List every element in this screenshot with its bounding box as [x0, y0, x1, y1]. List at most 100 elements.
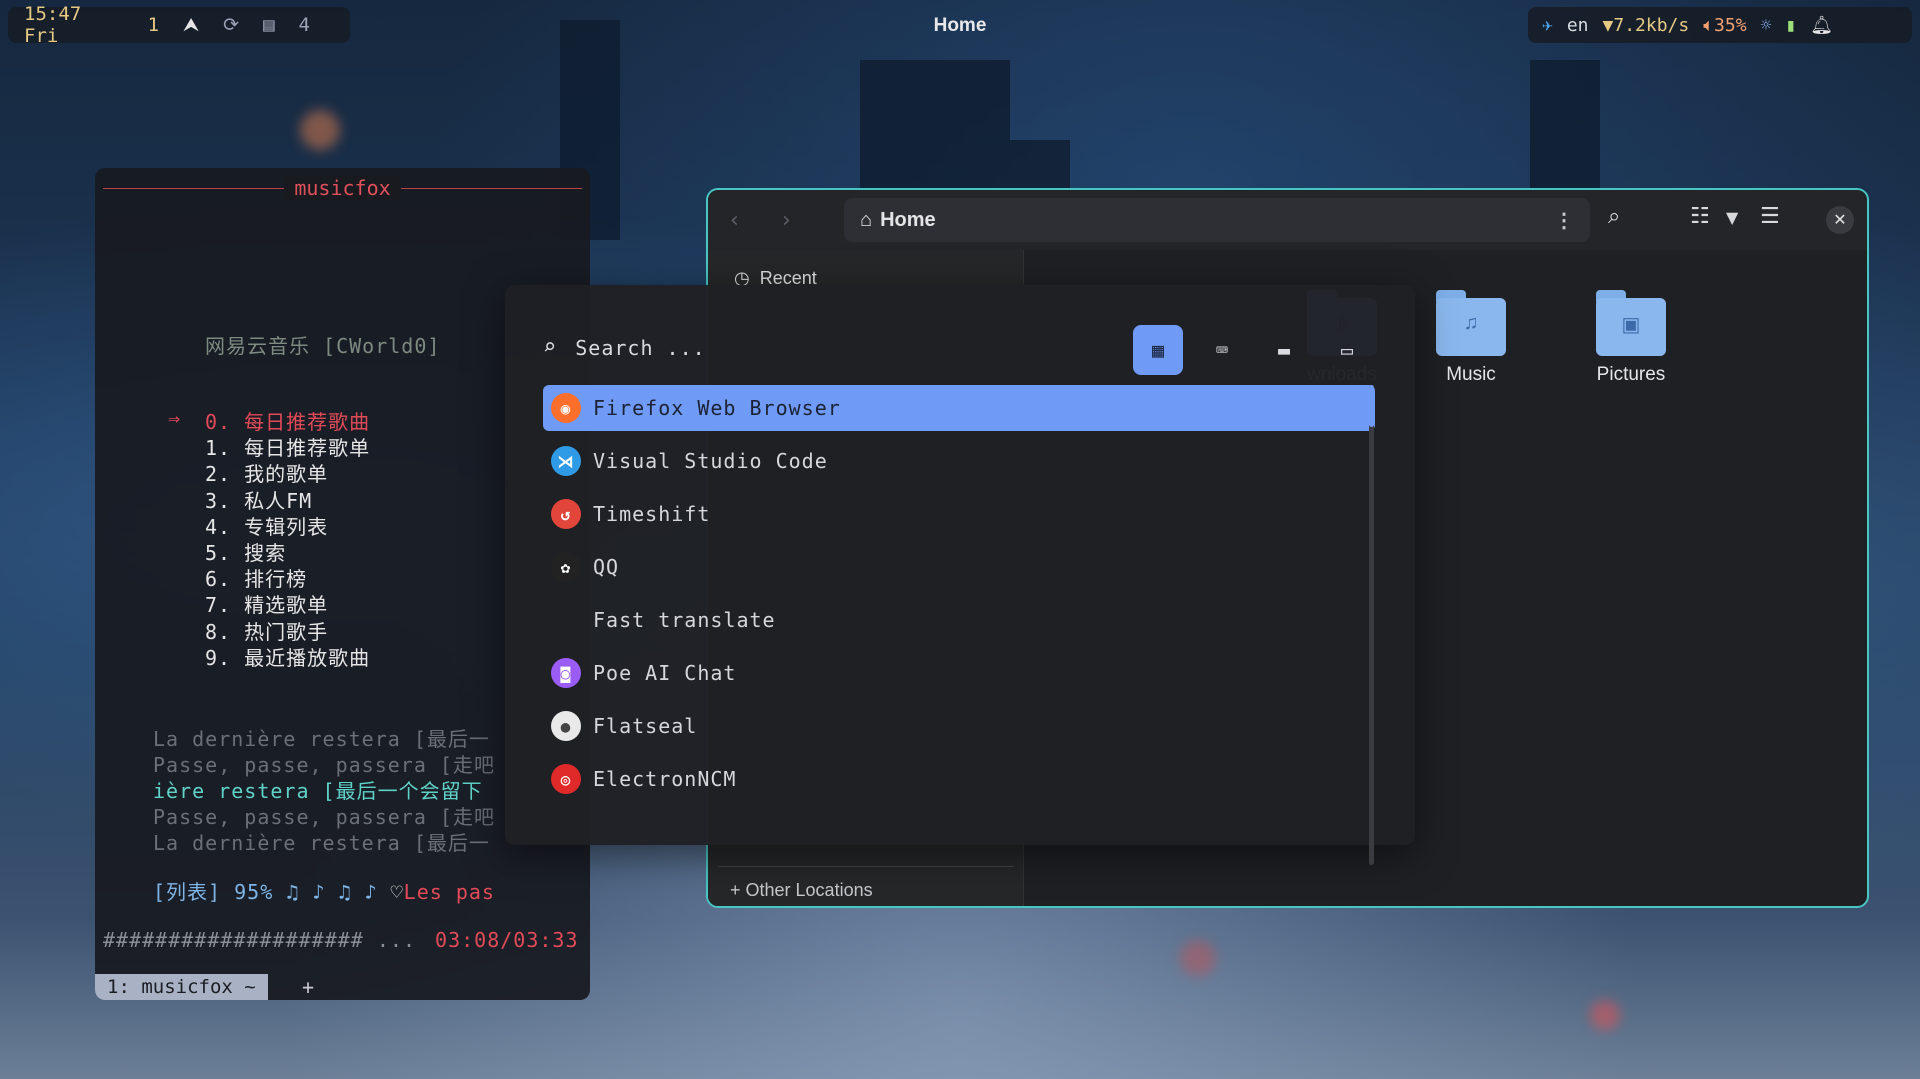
lyric-line: La dernière restera [最后一	[153, 727, 490, 751]
city-light	[1180, 940, 1216, 976]
app-item[interactable]: ✿ QQ	[543, 544, 1375, 590]
back-icon[interactable]: ‹	[730, 208, 739, 233]
app-name: QQ	[593, 555, 620, 579]
music-menu-item[interactable]: 8. 热门歌手	[205, 616, 328, 645]
city-light	[1590, 1000, 1620, 1030]
app-launcher[interactable]: ⌕ Search ... ▦ ⌨ ▬ ▭ ◉ Firefox Web Browse…	[505, 285, 1415, 865]
speaker-icon: 🔈︎	[1703, 14, 1715, 36]
progress: #################### ... 03:08/03:33	[103, 928, 578, 952]
top-bar: 15:47 Fri 1 ⮝ ⟳ ▤ 4 Home ✈ en ▼7.2kb/s 🔈…	[0, 0, 1920, 50]
keyboard-language[interactable]: en	[1567, 15, 1589, 36]
net-speed-text: 7.2kb/s	[1613, 14, 1690, 36]
folder-icon: ▣	[1596, 290, 1666, 356]
path-label: Home	[880, 208, 936, 231]
list-view-icon[interactable]: ☷	[1690, 204, 1710, 229]
home-icon: ⌂	[860, 208, 873, 231]
app-item[interactable]: ◎ ElectronNCM	[543, 756, 1375, 802]
brightness-icon[interactable]: ☼	[1761, 15, 1772, 36]
status-list: [列表] 95% ♫ ♪ ♫ ♪	[153, 880, 378, 904]
volume[interactable]: 🔈︎35%	[1703, 15, 1746, 36]
flatseal-icon: ●	[551, 711, 581, 741]
lyric-line: Passe, passe, passera [走吧	[153, 805, 495, 829]
folder-item[interactable]: ♫ Music	[1401, 290, 1541, 386]
blank-icon	[551, 605, 581, 635]
sidebar-divider	[718, 866, 1013, 867]
app-item[interactable]: ● Flatseal	[543, 703, 1375, 749]
heart-icon[interactable]: ♡	[391, 880, 404, 904]
app-name: Fast translate	[593, 608, 776, 632]
timeshift-icon: ↺	[551, 499, 581, 529]
path-menu-icon[interactable]: ⋮	[1554, 208, 1574, 233]
terminal-header: musicfox	[95, 174, 590, 204]
app-name: Firefox Web Browser	[593, 396, 841, 420]
battery-icon[interactable]: ▮	[1785, 15, 1796, 36]
network-speed[interactable]: ▼7.2kb/s	[1603, 15, 1690, 36]
top-bar-right: ✈ en ▼7.2kb/s 🔈︎35% ☼ ▮ 🔔︎	[1528, 7, 1912, 43]
app-name: Timeshift	[593, 502, 711, 526]
music-icon: ♫	[1463, 312, 1479, 334]
telegram-icon[interactable]: ✈	[1542, 15, 1553, 36]
app-item[interactable]: ⋊ Visual Studio Code	[543, 438, 1375, 484]
player-status: [列表] 95% ♫ ♪ ♫ ♪ ♡Les pas	[153, 876, 495, 905]
lyric-line: Passe, passe, passera [走吧	[153, 753, 495, 777]
search-icon: ⌕	[543, 335, 558, 360]
city-light	[300, 110, 340, 150]
terminal-title: musicfox	[95, 176, 590, 200]
folder-label: Music	[1446, 364, 1496, 385]
current-song: Les pas	[403, 880, 495, 904]
music-menu-item[interactable]: 0. 每日推荐歌曲	[205, 406, 370, 435]
progress-time: 03:08/03:33	[435, 928, 579, 952]
picture-icon: ▣	[1621, 314, 1641, 336]
folder-item[interactable]: ▣ Pictures	[1561, 290, 1701, 386]
poe-icon: ◙	[551, 658, 581, 688]
vscode-icon: ⋊	[551, 446, 581, 476]
new-tab-button[interactable]: +	[302, 974, 314, 1000]
mode-terminal-icon[interactable]: ⌨	[1197, 325, 1247, 375]
wifi-icon: ▼	[1602, 14, 1614, 36]
app-item[interactable]: ◉ Firefox Web Browser	[543, 385, 1375, 431]
notification-icon[interactable]: 🔔︎	[1810, 15, 1833, 36]
app-name: ElectronNCM	[593, 767, 737, 791]
file-manager-header: ‹ › ⌂ Home ⋮ ⌕ ☷ ▼ ☰ ✕	[708, 190, 1867, 250]
selection-arrow: ⇒	[168, 406, 182, 430]
music-menu-item[interactable]: 9. 最近播放歌曲	[205, 642, 370, 671]
music-menu-item[interactable]: 2. 我的歌单	[205, 458, 328, 487]
scrollbar[interactable]	[1369, 385, 1374, 865]
search-icon[interactable]: ⌕	[1608, 204, 1620, 229]
music-menu-item[interactable]: 1. 每日推荐歌单	[205, 432, 370, 461]
mode-apps-grid-icon[interactable]: ▦	[1133, 325, 1183, 375]
search-input[interactable]: Search ...	[575, 336, 705, 360]
mode-window-icon[interactable]: ▭	[1322, 325, 1372, 375]
app-name: Visual Studio Code	[593, 449, 828, 473]
folder-icon: ♫	[1436, 290, 1506, 356]
app-item[interactable]: ◙ Poe AI Chat	[543, 650, 1375, 696]
launcher-search[interactable]: ⌕ Search ...	[543, 335, 706, 360]
app-list: ◉ Firefox Web Browser ⋊ Visual Studio Code ↺…	[543, 385, 1375, 809]
path-bar[interactable]: ⌂ Home ⋮	[844, 198, 1590, 242]
music-menu-item[interactable]: 5. 搜索	[205, 537, 286, 566]
lyric-line: La dernière restera [最后一	[153, 831, 490, 855]
forward-icon[interactable]: ›	[782, 208, 791, 233]
netease-icon: ◎	[551, 764, 581, 794]
app-title: 网易云音乐 [CWorld0]	[205, 334, 441, 358]
close-icon[interactable]: ✕	[1826, 206, 1854, 234]
chevron-down-icon[interactable]: ▼	[1726, 208, 1738, 227]
folder-label: Pictures	[1596, 364, 1666, 385]
progress-bar: #################### ...	[103, 928, 416, 952]
hamburger-menu-icon[interactable]: ☰	[1760, 204, 1780, 229]
app-name: Flatseal	[593, 714, 698, 738]
music-menu-item[interactable]: 3. 私人FM	[205, 485, 312, 514]
lyric-line: ière restera [最后一个会留下	[153, 779, 483, 803]
sidebar-item-other-locations[interactable]: + Other Locations	[730, 880, 873, 901]
tmux-tab[interactable]: 1: musicfox ~	[95, 974, 268, 1000]
app-item[interactable]: ↺ Timeshift	[543, 491, 1375, 537]
scrollbar-thumb[interactable]	[1369, 385, 1374, 427]
mode-files-folder-icon[interactable]: ▬	[1259, 325, 1309, 375]
qq-penguin-icon: ✿	[551, 552, 581, 582]
app-item[interactable]: Fast translate	[543, 597, 1375, 643]
music-menu-item[interactable]: 7. 精选歌单	[205, 589, 328, 618]
music-menu-item[interactable]: 6. 排行榜	[205, 563, 307, 592]
volume-text: 35%	[1714, 14, 1747, 36]
music-menu-item[interactable]: 4. 专辑列表	[205, 511, 328, 540]
app-name: Poe AI Chat	[593, 661, 737, 685]
